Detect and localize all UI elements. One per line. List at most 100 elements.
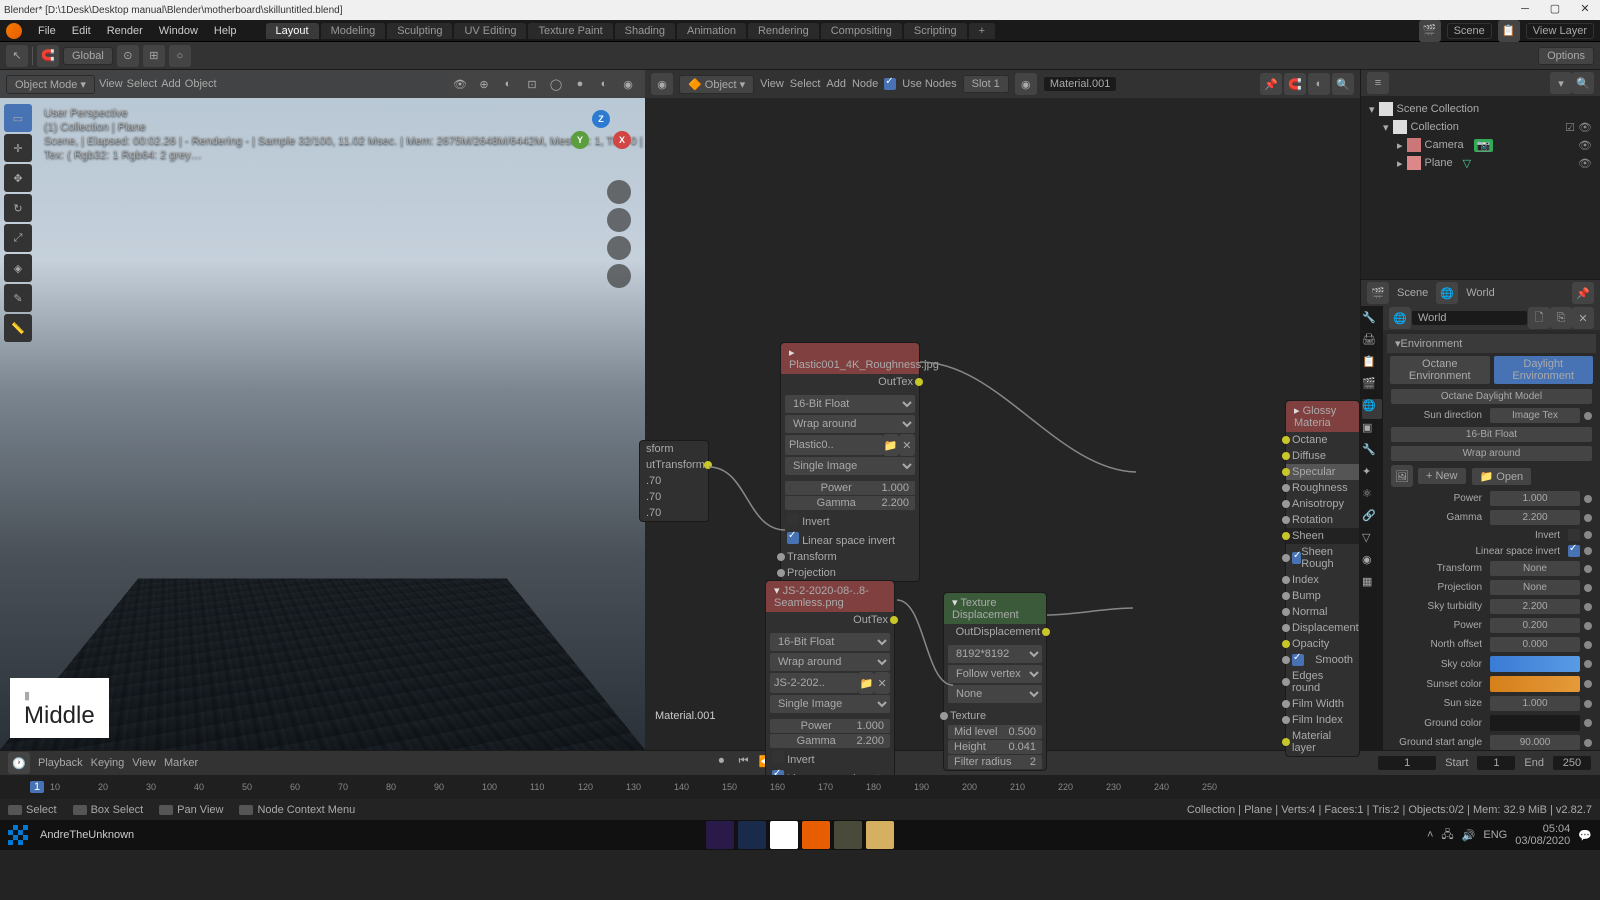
env-sundir-dot[interactable] — [1584, 412, 1592, 420]
ne-snap-icon[interactable]: 🧲 — [1284, 73, 1306, 95]
props-world-label[interactable]: World — [1466, 287, 1495, 299]
env-bitdepth[interactable]: 16-Bit Float — [1391, 427, 1592, 442]
world-new-icon[interactable]: 🗋 — [1528, 307, 1550, 329]
ptab-scene[interactable]: 🎬 — [1362, 377, 1382, 397]
tl-keying[interactable]: Keying — [91, 757, 125, 769]
taskbar-blender[interactable] — [802, 821, 830, 849]
env-invert[interactable] — [1568, 529, 1580, 541]
camera-icon[interactable] — [607, 236, 631, 260]
node2-single[interactable]: Single Image — [770, 695, 890, 713]
tl-jumpstart-icon[interactable]: ⏮ — [739, 755, 757, 771]
ptab-texture[interactable]: ▦ — [1362, 575, 1382, 595]
move-tool[interactable]: ✥ — [4, 164, 32, 192]
minimize-button[interactable]: ─ — [1510, 0, 1540, 20]
tray-lang-icon[interactable]: ENG — [1483, 829, 1507, 841]
tray-date[interactable]: 03/08/2020 — [1515, 835, 1570, 847]
rotate-tool[interactable]: ↻ — [4, 194, 32, 222]
tray-up-icon[interactable]: ˄ — [1427, 829, 1433, 841]
node-glossy-material[interactable]: ▸ Glossy Materia Octane Diffuse Specular… — [1285, 400, 1360, 757]
ptab-data[interactable]: ▽ — [1362, 531, 1382, 551]
props-scene-icon[interactable]: 🎬 — [1367, 282, 1389, 304]
env-power[interactable]: 1.000 — [1490, 491, 1580, 506]
gizmo-icon[interactable]: ⊕ — [473, 73, 495, 95]
menu-file[interactable]: File — [30, 25, 64, 37]
env-new-btn[interactable]: + New — [1417, 467, 1467, 485]
node2-clear[interactable]: ✕ — [874, 672, 890, 694]
axis-z[interactable]: Z — [592, 110, 610, 128]
env-transform[interactable]: None — [1490, 561, 1580, 576]
tree-scene-collection[interactable]: ▾Scene Collection — [1365, 100, 1596, 118]
env-north[interactable]: 0.000 — [1490, 637, 1580, 652]
viewport-menu-object[interactable]: Object — [185, 78, 217, 90]
measure-tool[interactable]: 📏 — [4, 314, 32, 342]
axis-x[interactable]: X — [613, 131, 631, 149]
material-icon[interactable]: ◉ — [1015, 73, 1037, 95]
tl-current-frame[interactable]: 1 — [30, 781, 44, 793]
cursor-tool[interactable]: ✛ — [4, 134, 32, 162]
tree-collection[interactable]: ▾Collection☑ 👁 — [1365, 118, 1596, 136]
start-button[interactable] — [8, 825, 28, 845]
select-tool[interactable]: ▭ — [4, 104, 32, 132]
node3-height[interactable]: Height0.041 — [948, 740, 1042, 754]
slot-dropdown[interactable]: Slot 1 — [963, 75, 1009, 93]
orientation-dropdown[interactable]: Global — [63, 47, 113, 65]
node1-single[interactable]: Single Image — [785, 457, 915, 475]
tab-modeling[interactable]: Modeling — [321, 23, 386, 39]
taskbar-app1[interactable] — [706, 821, 734, 849]
tray-notif-icon[interactable]: 💬 — [1578, 829, 1592, 842]
ptab-material[interactable]: ◉ — [1362, 553, 1382, 573]
tl-marker[interactable]: Marker — [164, 757, 198, 769]
node2-file[interactable] — [770, 673, 858, 693]
layer-field[interactable]: View Layer — [1526, 23, 1594, 39]
scene-icon[interactable]: 🎬 — [1419, 20, 1441, 42]
scene-field[interactable]: Scene — [1447, 23, 1492, 39]
node3-res[interactable]: 8192*8192 — [948, 645, 1042, 663]
tab-layout[interactable]: Layout — [266, 23, 319, 39]
node4-title[interactable]: ▸ Glossy Materia — [1286, 401, 1359, 432]
xray-icon[interactable]: ⊡ — [521, 73, 543, 95]
shading-matprev-icon[interactable]: ◐ — [593, 73, 615, 95]
tl-end[interactable]: 250 — [1552, 755, 1592, 771]
tl-autokey-icon[interactable]: ⏺ — [719, 755, 737, 771]
zoom-icon[interactable] — [607, 180, 631, 204]
tl-playback[interactable]: Playback — [38, 757, 83, 769]
node1-wrap[interactable]: Wrap around — [785, 415, 915, 433]
env-sky-color[interactable] — [1490, 656, 1580, 672]
env-section-header[interactable]: ▾ Environment — [1387, 334, 1596, 353]
node-transform-partial[interactable]: sform utTransform .70 .70 .70 — [639, 440, 709, 522]
tab-scripting[interactable]: Scripting — [904, 23, 967, 39]
use-nodes-check[interactable] — [884, 78, 896, 90]
layer-icon[interactable]: 📋 — [1498, 20, 1520, 42]
proportional-icon[interactable]: ○ — [169, 45, 191, 67]
tab-rendering[interactable]: Rendering — [748, 23, 819, 39]
options-dropdown[interactable]: Options — [1538, 47, 1594, 65]
env-open-btn[interactable]: 📁 Open — [1471, 467, 1533, 486]
node2-wrap[interactable]: Wrap around — [770, 653, 890, 671]
taskbar-app5[interactable] — [834, 821, 862, 849]
world-name-field[interactable]: World — [1411, 310, 1528, 326]
env-sunset-color[interactable] — [1490, 676, 1580, 692]
tray-vol-icon[interactable]: 🔊 — [1462, 829, 1476, 842]
overlay-icon[interactable]: ◐ — [497, 73, 519, 95]
node-image-roughness[interactable]: ▸ Plastic001_4K_Roughness.jpg OutTex 16-… — [780, 342, 920, 582]
ne-search-icon[interactable]: 🔍 — [1332, 73, 1354, 95]
blender-logo-icon[interactable] — [6, 23, 22, 39]
ptab-particle[interactable]: ✦ — [1362, 465, 1382, 485]
node1-title[interactable]: ▸ Plastic001_4K_Roughness.jpg — [781, 343, 919, 374]
node1-clear[interactable]: ✕ — [899, 434, 915, 456]
node-tex-displacement[interactable]: ▾ Texture Displacement OutDisplacement 8… — [943, 592, 1047, 771]
pin-icon[interactable]: 📌 — [1260, 73, 1282, 95]
pan-icon[interactable] — [607, 208, 631, 232]
taskbar-user[interactable]: AndreTheUnknown — [40, 829, 134, 841]
node3-follow[interactable]: Follow vertex normal — [948, 665, 1042, 683]
ptab-world[interactable]: 🌐 — [1362, 399, 1382, 419]
env-projection[interactable]: None — [1490, 580, 1580, 595]
node1-lsi[interactable]: Linear space invert — [781, 530, 919, 549]
ne-node[interactable]: Node — [852, 78, 878, 90]
annotate-tool[interactable]: ✎ — [4, 284, 32, 312]
props-content[interactable]: 🌐 World 🗋 ⎘ ✕ ▾ Environment Octane Envir… — [1383, 306, 1600, 750]
persp-icon[interactable] — [607, 264, 631, 288]
props-scene-label[interactable]: Scene — [1397, 287, 1428, 299]
tree-plane[interactable]: ▸Plane▽👁 — [1365, 154, 1596, 172]
tray-time[interactable]: 05:04 — [1515, 823, 1570, 835]
